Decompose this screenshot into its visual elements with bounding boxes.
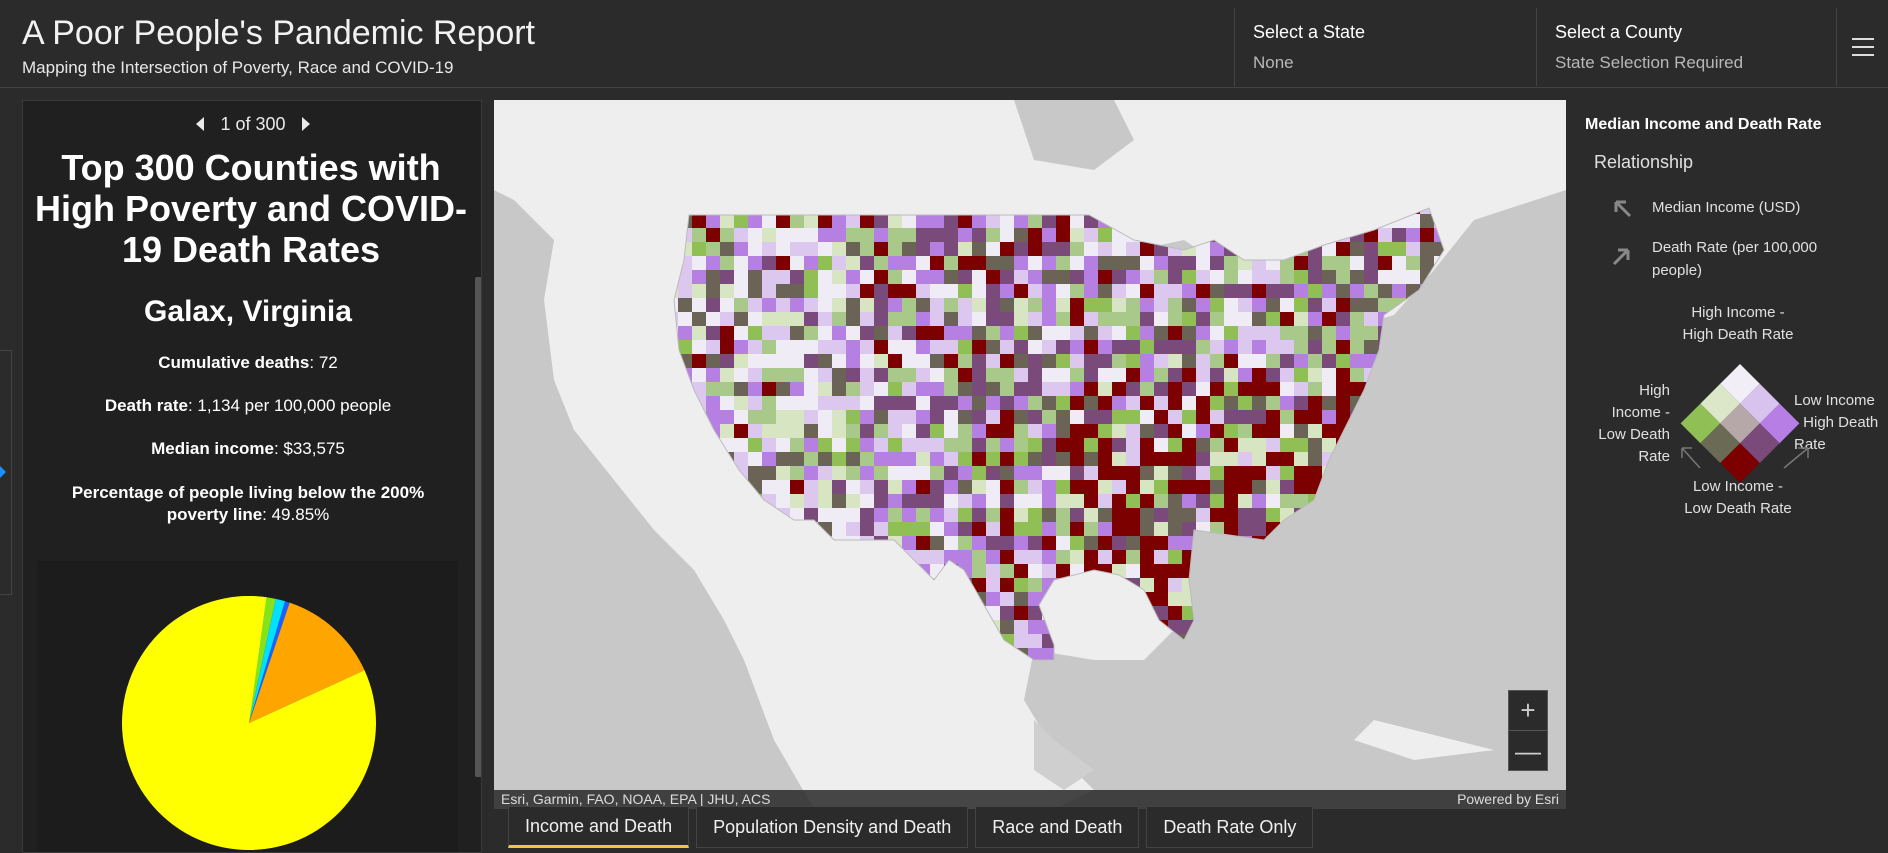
attribution-powered-by[interactable]: Powered by Esri	[1457, 791, 1559, 808]
zoom-control: + —	[1508, 690, 1548, 771]
previous-arrow-icon[interactable]	[196, 117, 205, 131]
app-title: A Poor People's Pandemic Report	[22, 14, 536, 52]
basemap	[494, 100, 1566, 809]
panel-scrollbar[interactable]	[475, 277, 481, 777]
stat-poverty-percentage: Percentage of people living below the 20…	[71, 483, 425, 524]
info-panel: 1 of 300 Top 300 Counties with High Pove…	[22, 100, 482, 853]
state-selector-value: None	[1253, 53, 1294, 72]
bivariate-legend-grid	[1680, 364, 1809, 483]
view-tabs: Income and Death Population Density and …	[508, 806, 1314, 848]
tab-death-rate-only[interactable]: Death Rate Only	[1146, 806, 1314, 848]
chevron-right-icon	[0, 466, 6, 478]
stat-cumulative-deaths: Cumulative deaths: 72	[158, 353, 338, 372]
zoom-out-button[interactable]: —	[1509, 731, 1547, 771]
legend-panel: Median Income and Death Rate Relationshi…	[1568, 100, 1888, 809]
pager: 1 of 300	[23, 109, 481, 139]
stat-death-rate: Death rate: 1,134 per 100,000 people	[104, 396, 392, 415]
panel-toggle-tab[interactable]	[0, 350, 12, 595]
county-selector-label: Select a County	[1555, 22, 1683, 42]
next-arrow-icon[interactable]	[301, 117, 310, 131]
panel-heading: Top 300 Counties with High Poverty and C…	[34, 147, 468, 270]
county-selector[interactable]: Select a County State Selection Required	[1536, 8, 1836, 86]
app-subtitle: Mapping the Intersection of Poverty, Rac…	[22, 58, 454, 77]
stat-median-income: Median income: $33,575	[151, 439, 345, 458]
county-selector-value: State Selection Required	[1555, 53, 1744, 72]
pie-chart-svg	[122, 596, 376, 850]
arrow-up-right-icon	[1612, 248, 1630, 266]
legend-relationship-label: Relationship	[1594, 152, 1694, 172]
tab-income-and-death[interactable]: Income and Death	[508, 806, 690, 848]
tab-race-and-death[interactable]: Race and Death	[975, 806, 1140, 848]
pager-count: 1 of 300	[220, 113, 286, 134]
pie-chart	[37, 561, 458, 852]
county-name: Galax, Virginia	[144, 295, 352, 328]
state-selector-label: Select a State	[1253, 22, 1366, 42]
state-selector[interactable]: Select a State None	[1234, 8, 1536, 86]
map-view[interactable]: + — Esri, Garmin, FAO, NOAA, EPA | JHU, …	[494, 100, 1566, 809]
tab-population-density-and-death[interactable]: Population Density and Death	[696, 806, 969, 848]
app-header: A Poor People's Pandemic Report Mapping …	[0, 0, 1888, 88]
zoom-in-button[interactable]: +	[1509, 691, 1547, 731]
legend-label-high-high: High Income - High Death Rate	[1682, 304, 1794, 343]
arrow-up-left-icon	[1614, 200, 1632, 218]
hamburger-menu-icon[interactable]	[1836, 8, 1888, 86]
legend-label-high-low: High Income - Low Death Rate	[1598, 382, 1670, 465]
legend-title: Median Income and Death Rate	[1585, 116, 1822, 133]
